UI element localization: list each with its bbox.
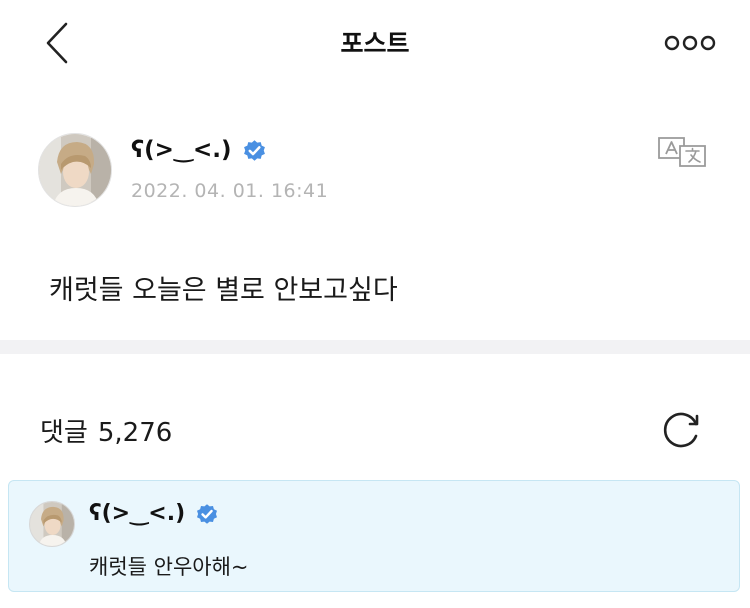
top-bar: 포스트 (0, 0, 750, 88)
post-author[interactable]: ʕ(>‿<.) (131, 137, 267, 163)
page-title: 포스트 (340, 29, 410, 58)
comments-header: 댓글 5,276 (40, 412, 172, 449)
translate-icon (658, 137, 706, 167)
post-author-name: ʕ(>‿<.) (131, 137, 232, 163)
avatar-photo (39, 134, 111, 206)
verified-badge-icon (197, 503, 218, 524)
section-divider (0, 340, 750, 354)
post-timestamp: 2022. 04. 01. 16:41 (131, 180, 329, 202)
comment-item[interactable]: ʕ(>‿<.) 캐럿들 안우아해~ (8, 480, 740, 592)
more-horizontal-icon (664, 35, 716, 51)
post-body-text: 캐럿들 오늘은 별로 안보고싶다 (49, 275, 398, 306)
comment-author-name: ʕ(>‿<.) (89, 501, 186, 526)
comments-count: 5,276 (97, 418, 173, 448)
translate-button[interactable] (656, 134, 708, 170)
comments-label: 댓글 (40, 418, 88, 448)
refresh-icon (663, 412, 699, 448)
refresh-comments-button[interactable] (660, 410, 704, 450)
comment-author[interactable]: ʕ(>‿<.) (89, 501, 219, 526)
avatar-photo (30, 502, 74, 546)
post-author-avatar[interactable] (38, 133, 112, 207)
verified-badge-icon (243, 139, 265, 161)
comment-text: 캐럿들 안우아해~ (89, 555, 249, 579)
comment-author-avatar[interactable] (29, 501, 75, 547)
more-options-button[interactable] (664, 30, 716, 56)
post-detail-screen: 포스트 ʕ(>‿<.) 2022. 04. 01. 16:41 캐럿들 오늘은 … (0, 0, 750, 608)
